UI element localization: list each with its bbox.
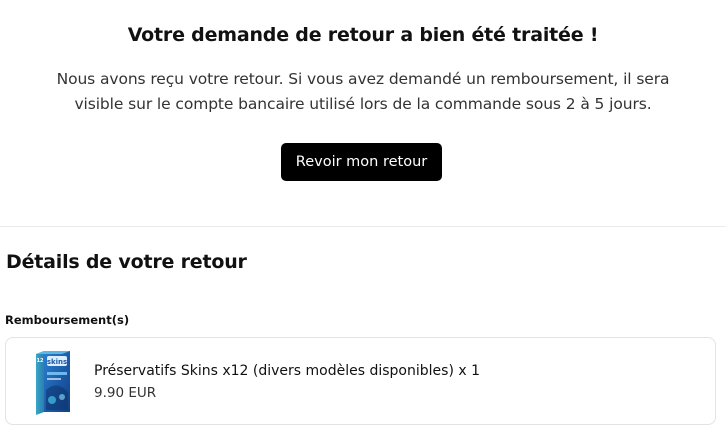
- section-divider: [0, 226, 726, 227]
- return-confirmation-section: Votre demande de retour a bien été trait…: [0, 0, 726, 226]
- product-count-text: 12: [37, 358, 44, 364]
- confirmation-message-line-2: visible sur le compte bancaire utilisé l…: [74, 95, 652, 113]
- confirmation-title: Votre demande de retour a bien été trait…: [127, 24, 599, 46]
- refunds-section-label: Remboursement(s): [5, 313, 130, 327]
- return-details-title: Détails de votre retour: [6, 251, 247, 273]
- confirmation-message: Nous avons reçu votre retour. Si vous av…: [40, 67, 686, 117]
- confirmation-message-line-1: Nous avons reçu votre retour. Si vous av…: [56, 70, 670, 88]
- review-return-button[interactable]: Revoir mon retour: [281, 143, 442, 181]
- refund-item-card: skins 12 Préservatifs Skins x12 (divers …: [5, 337, 716, 425]
- product-brand-text: skins: [47, 358, 67, 366]
- condom-box-product-image: skins 12: [36, 351, 70, 415]
- product-name: Préservatifs Skins x12 (divers modèles d…: [94, 363, 480, 379]
- product-price: 9.90 EUR: [94, 385, 157, 401]
